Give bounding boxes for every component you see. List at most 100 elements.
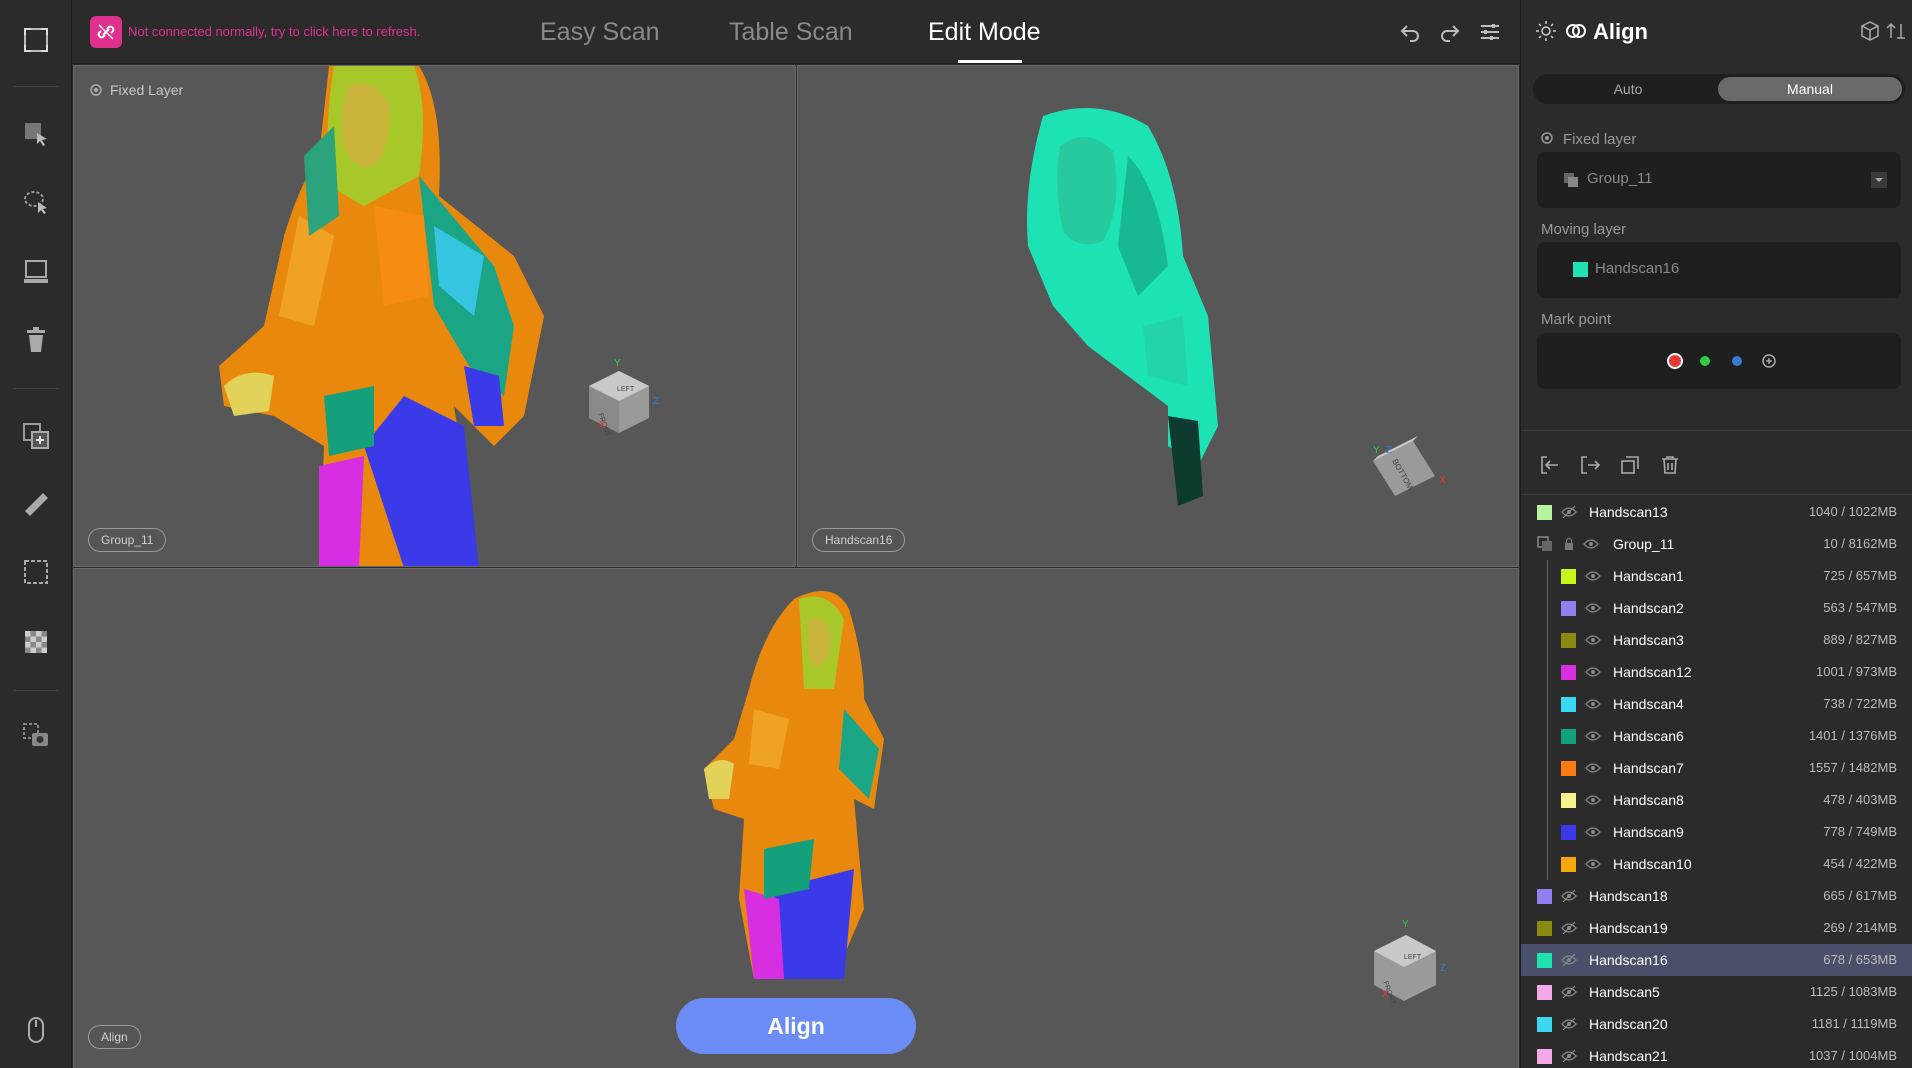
- visibility-eye-icon[interactable]: [1585, 728, 1601, 744]
- visibility-eye-icon[interactable]: [1585, 568, 1601, 584]
- rect-select-icon[interactable]: [16, 114, 56, 154]
- visibility-eye-icon[interactable]: [1561, 504, 1577, 520]
- layer-color-swatch[interactable]: [1561, 601, 1576, 616]
- layer-color-swatch[interactable]: [1537, 889, 1552, 904]
- layer-color-swatch[interactable]: [1561, 569, 1576, 584]
- layer-row[interactable]: Handscan2 563 / 547MB: [1521, 592, 1912, 624]
- crop-box-icon[interactable]: [16, 552, 56, 592]
- checker-icon[interactable]: [16, 622, 56, 662]
- tab-easy-scan[interactable]: Easy Scan: [540, 18, 660, 47]
- layer-color-swatch[interactable]: [1537, 1049, 1552, 1064]
- export-icon[interactable]: [1577, 452, 1603, 478]
- connection-warning-link[interactable]: Not connected normally, try to click her…: [128, 24, 420, 39]
- lock-icon[interactable]: [1563, 537, 1575, 551]
- layer-row[interactable]: Handscan1 725 / 657MB: [1521, 560, 1912, 592]
- chevron-down-icon[interactable]: [1871, 172, 1887, 188]
- mode-manual-button[interactable]: Manual: [1718, 77, 1902, 101]
- lasso-select-icon[interactable]: [16, 182, 56, 222]
- tab-edit-mode[interactable]: Edit Mode: [928, 18, 1041, 47]
- statue-bust-scan: BOTTOM Y Z X: [1027, 108, 1446, 506]
- undo-icon[interactable]: [1396, 18, 1424, 46]
- group-icon: [1564, 173, 1578, 187]
- trash-icon[interactable]: [1657, 452, 1683, 478]
- layer-group-row[interactable]: Group_11 10 / 8162MB: [1521, 528, 1912, 560]
- visibility-eye-icon[interactable]: [1561, 984, 1577, 1000]
- redo-icon[interactable]: [1436, 18, 1464, 46]
- visibility-eye-icon[interactable]: [1561, 888, 1577, 904]
- svg-text:LEFT: LEFT: [617, 386, 635, 393]
- fit-view-icon[interactable]: [16, 20, 56, 60]
- add-point-icon[interactable]: [1761, 353, 1777, 369]
- layer-color-swatch[interactable]: [1561, 825, 1576, 840]
- layer-row[interactable]: Handscan5 1125 / 1083MB: [1521, 976, 1912, 1008]
- import-icon[interactable]: [1537, 452, 1563, 478]
- sun-icon[interactable]: [1535, 20, 1557, 42]
- layer-row[interactable]: Handscan6 1401 / 1376MB: [1521, 720, 1912, 752]
- layer-color-swatch[interactable]: [1561, 761, 1576, 776]
- display-icon[interactable]: [16, 252, 56, 292]
- layer-row[interactable]: Handscan21 1037 / 1004MB: [1521, 1040, 1912, 1068]
- layer-row[interactable]: Handscan16 678 / 653MB: [1521, 944, 1912, 976]
- viewport-align-preview[interactable]: LEFT FRONT Y Z X Align: [73, 568, 1519, 1068]
- pin-to-top-icon[interactable]: [1885, 20, 1907, 42]
- cube-icon[interactable]: [1859, 20, 1881, 42]
- tab-table-scan[interactable]: Table Scan: [729, 18, 853, 47]
- layer-color-swatch[interactable]: [1561, 697, 1576, 712]
- layer-row[interactable]: Handscan3 889 / 827MB: [1521, 624, 1912, 656]
- align-button[interactable]: Align: [676, 998, 916, 1054]
- visibility-eye-icon[interactable]: [1585, 696, 1601, 712]
- layer-color-swatch[interactable]: [1561, 729, 1576, 744]
- visibility-eye-icon[interactable]: [1585, 664, 1601, 680]
- viewport-fixed-layer[interactable]: Fixed Layer LEFT FRONT Y Z X Group_11: [73, 65, 796, 567]
- mark-point-red[interactable]: [1667, 353, 1683, 369]
- visibility-eye-icon[interactable]: [1585, 856, 1601, 872]
- visibility-eye-icon[interactable]: [1561, 920, 1577, 936]
- visibility-eye-icon[interactable]: [1561, 1048, 1577, 1064]
- mark-point-blue[interactable]: [1732, 356, 1742, 366]
- layer-color-swatch[interactable]: [1537, 921, 1552, 936]
- layer-color-swatch[interactable]: [1537, 985, 1552, 1000]
- layer-row[interactable]: Handscan12 1001 / 973MB: [1521, 656, 1912, 688]
- layer-size: 1040 / 1022MB: [1808, 504, 1897, 519]
- visibility-eye-icon[interactable]: [1585, 792, 1601, 808]
- layer-row[interactable]: Handscan18 665 / 617MB: [1521, 880, 1912, 912]
- layer-row[interactable]: Handscan4 738 / 722MB: [1521, 688, 1912, 720]
- layer-row[interactable]: Handscan19 269 / 214MB: [1521, 912, 1912, 944]
- layer-color-swatch[interactable]: [1561, 665, 1576, 680]
- layer-row[interactable]: Handscan13 1040 / 1022MB: [1521, 496, 1912, 528]
- visibility-eye-icon[interactable]: [1561, 1016, 1577, 1032]
- layer-row[interactable]: Handscan9 778 / 749MB: [1521, 816, 1912, 848]
- snapshot-icon[interactable]: [16, 716, 56, 756]
- layer-name: Handscan21: [1589, 1048, 1668, 1064]
- visibility-eye-icon[interactable]: [1585, 760, 1601, 776]
- ruler-icon[interactable]: [16, 484, 56, 524]
- mark-point-green[interactable]: [1700, 356, 1710, 366]
- settings-sliders-icon[interactable]: [1476, 18, 1504, 46]
- layer-color-swatch[interactable]: [1537, 1017, 1552, 1032]
- layer-row[interactable]: Handscan8 478 / 403MB: [1521, 784, 1912, 816]
- layer-row[interactable]: Handscan10 454 / 422MB: [1521, 848, 1912, 880]
- mode-auto-button[interactable]: Auto: [1536, 77, 1720, 101]
- viewport-moving-layer[interactable]: BOTTOM Y Z X Handscan16: [797, 65, 1519, 567]
- layer-name: Handscan2: [1613, 600, 1684, 616]
- visibility-eye-icon[interactable]: [1585, 632, 1601, 648]
- layer-size: 478 / 403MB: [1823, 792, 1897, 807]
- layer-row[interactable]: Handscan7 1557 / 1482MB: [1521, 752, 1912, 784]
- visibility-eye-icon[interactable]: [1583, 536, 1599, 552]
- layer-row[interactable]: Handscan20 1181 / 1119MB: [1521, 1008, 1912, 1040]
- svg-text:X: X: [599, 420, 606, 431]
- delete-icon[interactable]: [16, 320, 56, 360]
- visibility-eye-icon[interactable]: [1561, 952, 1577, 968]
- layer-color-swatch[interactable]: [1561, 793, 1576, 808]
- duplicate-icon[interactable]: [16, 416, 56, 456]
- visibility-eye-icon[interactable]: [1585, 600, 1601, 616]
- disconnected-icon[interactable]: [90, 16, 122, 48]
- copy-icon[interactable]: [1617, 452, 1643, 478]
- layer-name: Handscan4: [1613, 696, 1684, 712]
- visibility-eye-icon[interactable]: [1585, 824, 1601, 840]
- layer-color-swatch[interactable]: [1537, 953, 1552, 968]
- fixed-layer-select[interactable]: Group_11: [1537, 152, 1901, 208]
- layer-color-swatch[interactable]: [1561, 633, 1576, 648]
- layer-color-swatch[interactable]: [1561, 857, 1576, 872]
- layer-color-swatch[interactable]: [1537, 505, 1552, 520]
